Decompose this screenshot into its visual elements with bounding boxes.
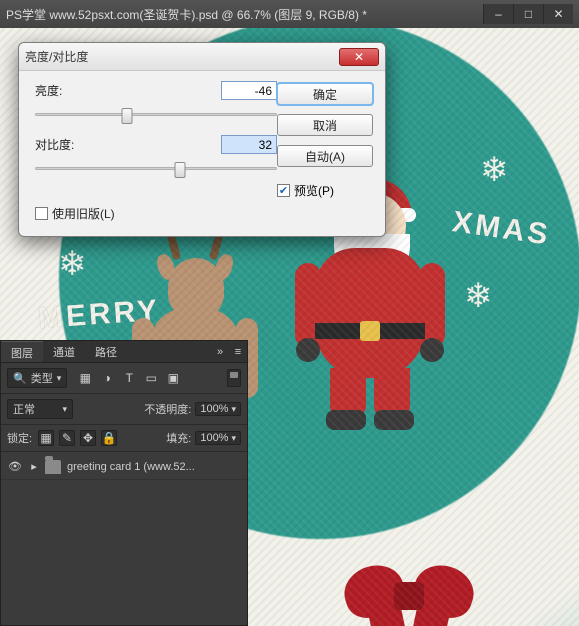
document-title: PS学堂 www.52psxt.com(圣诞贺卡).psd @ 66.7% (图… (6, 6, 483, 23)
fill-label: 填充: (166, 430, 191, 446)
chevron-down-icon: ▾ (62, 404, 67, 415)
filter-toggle[interactable] (227, 369, 241, 387)
lock-transparent-button[interactable]: ▦ (38, 430, 54, 446)
filter-kind-dropdown[interactable]: 类型 ▾ (7, 368, 67, 388)
layers-panel: 图层 通道 路径 » ≡ 类型 ▾ ▦ ◑ T ▭ ▣ 正常 ▾ 不透明度: 1… (0, 340, 248, 626)
artwork-bow (344, 556, 474, 626)
minimize-icon: – (495, 7, 502, 21)
dialog-title: 亮度/对比度 (25, 48, 339, 65)
panel-collapse-button[interactable]: » (211, 341, 229, 362)
auto-label: 自动(A) (305, 148, 345, 165)
contrast-input[interactable] (221, 135, 277, 154)
lock-pixels-button[interactable]: ✎ (59, 430, 75, 446)
chevron-down-icon: ▾ (231, 433, 236, 444)
opacity-label: 不透明度: (144, 401, 191, 417)
group-disclosure[interactable]: ▸ (29, 460, 39, 473)
contrast-label: 对比度: (35, 136, 74, 153)
ok-label: 确定 (313, 86, 337, 103)
adjust-icon: ◑ (104, 371, 111, 385)
search-icon (13, 372, 27, 385)
close-icon: ✕ (354, 50, 364, 64)
layer-row[interactable]: 👁 ▸ greeting card 1 (www.52... (1, 454, 247, 480)
filter-adjustment-icon[interactable]: ◑ (99, 370, 115, 386)
lock-transparent-icon: ▦ (40, 431, 51, 445)
brightness-input[interactable] (221, 81, 277, 100)
pixel-icon: ▦ (80, 371, 91, 385)
ok-button[interactable]: 确定 (277, 83, 373, 105)
move-icon: ✥ (83, 431, 93, 445)
smart-icon: ▣ (168, 371, 179, 385)
snowflake-icon: ❄ (480, 150, 509, 190)
cancel-button[interactable]: 取消 (277, 114, 373, 136)
tab-channels[interactable]: 通道 (43, 341, 85, 362)
filter-type-icon[interactable]: T (121, 370, 137, 386)
window-minimize-button[interactable]: – (483, 4, 513, 24)
snowflake-icon: ❄ (464, 276, 493, 316)
dialog-titlebar[interactable]: 亮度/对比度 ✕ (19, 43, 385, 71)
close-icon: ✕ (553, 7, 563, 21)
legacy-label: 使用旧版(L) (52, 205, 115, 222)
opacity-value: 100% (200, 403, 228, 415)
chevron-right-icon: ▸ (31, 461, 37, 473)
filter-pixel-icon[interactable]: ▦ (77, 370, 93, 386)
lock-position-button[interactable]: ✥ (80, 430, 96, 446)
folder-icon (45, 460, 61, 474)
panel-menu-button[interactable]: ≡ (229, 341, 247, 362)
legacy-checkbox[interactable] (35, 207, 48, 220)
contrast-slider[interactable] (35, 160, 277, 178)
chevron-down-icon: ▾ (57, 373, 62, 384)
brightness-label: 亮度: (35, 82, 62, 99)
tab-channels-label: 通道 (53, 347, 75, 359)
dialog-close-button[interactable]: ✕ (339, 48, 379, 66)
lock-icon: 🔒 (102, 431, 117, 445)
chevron-down-icon: ▾ (231, 404, 236, 415)
tab-paths-label: 路径 (95, 347, 117, 359)
brightness-slider[interactable] (35, 106, 277, 124)
tab-layers-label: 图层 (11, 348, 33, 360)
maximize-icon: □ (525, 7, 532, 21)
filter-shape-icon[interactable]: ▭ (143, 370, 159, 386)
shape-icon: ▭ (146, 371, 157, 385)
blend-mode-dropdown[interactable]: 正常 ▾ (7, 399, 73, 419)
tab-layers[interactable]: 图层 (1, 341, 43, 362)
window-close-button[interactable]: ✕ (543, 4, 573, 24)
brush-icon: ✎ (62, 431, 72, 445)
filter-kind-label: 类型 (31, 370, 53, 386)
tab-paths[interactable]: 路径 (85, 341, 127, 362)
blend-mode-label: 正常 (13, 401, 35, 417)
fill-input[interactable]: 100% ▾ (195, 431, 241, 445)
eye-icon: 👁 (8, 460, 22, 473)
visibility-toggle[interactable]: 👁 (7, 459, 23, 475)
window-maximize-button[interactable]: □ (513, 4, 543, 24)
snowflake-icon: ❄ (58, 244, 87, 284)
fill-value: 100% (200, 432, 228, 444)
type-icon: T (126, 371, 133, 385)
layer-name[interactable]: greeting card 1 (www.52... (67, 461, 241, 473)
filter-smart-icon[interactable]: ▣ (165, 370, 181, 386)
brightness-contrast-dialog: 亮度/对比度 ✕ 亮度: 对比度: (18, 42, 386, 237)
opacity-input[interactable]: 100% ▾ (195, 402, 241, 416)
app-titlebar: PS学堂 www.52psxt.com(圣诞贺卡).psd @ 66.7% (图… (0, 0, 579, 28)
auto-button[interactable]: 自动(A) (277, 145, 373, 167)
preview-checkbox[interactable]: ✔ (277, 184, 290, 197)
lock-all-button[interactable]: 🔒 (101, 430, 117, 446)
menu-icon: ≡ (235, 346, 241, 358)
cancel-label: 取消 (313, 117, 337, 134)
collapse-icon: » (217, 346, 223, 358)
preview-label: 预览(P) (294, 182, 334, 199)
lock-label: 锁定: (7, 430, 32, 446)
